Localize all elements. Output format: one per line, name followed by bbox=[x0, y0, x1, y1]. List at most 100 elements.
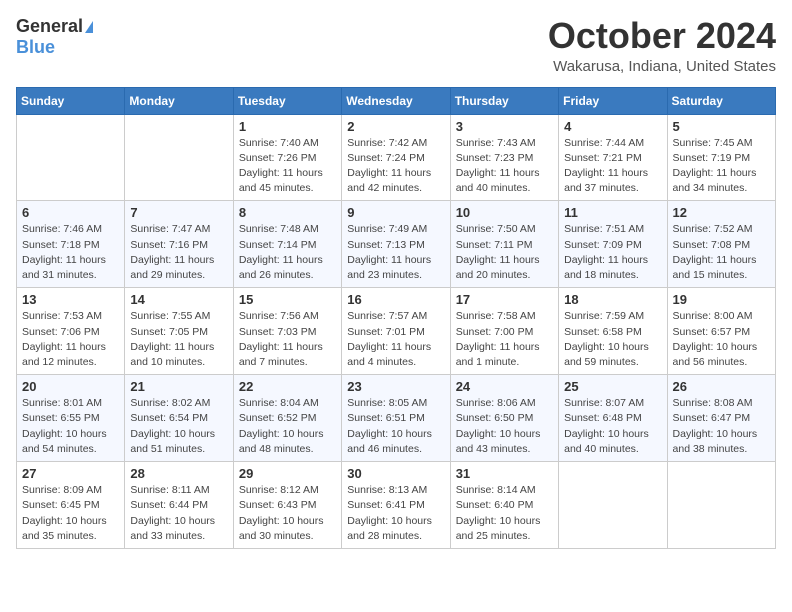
day-info: Sunrise: 8:13 AM Sunset: 6:41 PM Dayligh… bbox=[347, 483, 444, 544]
calendar-week-row: 6 Sunrise: 7:46 AM Sunset: 7:18 PM Daylig… bbox=[17, 201, 776, 288]
day-info: Sunrise: 8:06 AM Sunset: 6:50 PM Dayligh… bbox=[456, 396, 553, 457]
col-thursday: Thursday bbox=[450, 87, 558, 114]
calendar-cell: 22 Sunrise: 8:04 AM Sunset: 6:52 PM Dayli… bbox=[233, 375, 341, 462]
calendar-cell: 4Sunrise: 7:44 AM Sunset: 7:21 PM Daylig… bbox=[559, 114, 667, 201]
day-number: 6 bbox=[22, 205, 119, 220]
day-info: Sunrise: 7:44 AM Sunset: 7:21 PM Dayligh… bbox=[564, 136, 661, 197]
calendar-table: Sunday Monday Tuesday Wednesday Thursday… bbox=[16, 87, 776, 549]
day-number: 28 bbox=[130, 466, 227, 481]
day-number: 17 bbox=[456, 292, 553, 307]
day-number: 18 bbox=[564, 292, 661, 307]
day-number: 9 bbox=[347, 205, 444, 220]
day-number: 30 bbox=[347, 466, 444, 481]
calendar-cell: 15 Sunrise: 7:56 AM Sunset: 7:03 PM Dayli… bbox=[233, 288, 341, 375]
day-info: Sunrise: 8:05 AM Sunset: 6:51 PM Dayligh… bbox=[347, 396, 444, 457]
day-info: Sunrise: 8:08 AM Sunset: 6:47 PM Dayligh… bbox=[673, 396, 770, 457]
day-number: 29 bbox=[239, 466, 336, 481]
calendar-header-row: Sunday Monday Tuesday Wednesday Thursday… bbox=[17, 87, 776, 114]
day-info: Sunrise: 7:43 AM Sunset: 7:23 PM Dayligh… bbox=[456, 136, 553, 197]
day-info: Sunrise: 8:12 AM Sunset: 6:43 PM Dayligh… bbox=[239, 483, 336, 544]
logo-icon bbox=[85, 21, 93, 33]
day-info: Sunrise: 7:55 AM Sunset: 7:05 PM Dayligh… bbox=[130, 309, 227, 370]
calendar-cell: 21 Sunrise: 8:02 AM Sunset: 6:54 PM Dayli… bbox=[125, 375, 233, 462]
calendar-cell: 8 Sunrise: 7:48 AM Sunset: 7:14 PM Daylig… bbox=[233, 201, 341, 288]
logo-general-text: General bbox=[16, 16, 83, 37]
calendar-cell: 19 Sunrise: 8:00 AM Sunset: 6:57 PM Dayli… bbox=[667, 288, 775, 375]
calendar-week-row: 20 Sunrise: 8:01 AM Sunset: 6:55 PM Dayli… bbox=[17, 375, 776, 462]
calendar-cell: 12 Sunrise: 7:52 AM Sunset: 7:08 PM Dayli… bbox=[667, 201, 775, 288]
calendar-cell: 2 Sunrise: 7:42 AM Sunset: 7:24 PM Daylig… bbox=[342, 114, 450, 201]
calendar-week-row: 13 Sunrise: 7:53 AM Sunset: 7:06 PM Dayli… bbox=[17, 288, 776, 375]
day-number: 22 bbox=[239, 379, 336, 394]
location-text: Wakarusa, Indiana, United States bbox=[548, 58, 776, 75]
calendar-cell: 11Sunrise: 7:51 AM Sunset: 7:09 PM Dayli… bbox=[559, 201, 667, 288]
calendar-cell: 1Sunrise: 7:40 AM Sunset: 7:26 PM Daylig… bbox=[233, 114, 341, 201]
day-info: Sunrise: 7:56 AM Sunset: 7:03 PM Dayligh… bbox=[239, 309, 336, 370]
calendar-cell bbox=[17, 114, 125, 201]
day-info: Sunrise: 8:04 AM Sunset: 6:52 PM Dayligh… bbox=[239, 396, 336, 457]
day-info: Sunrise: 8:02 AM Sunset: 6:54 PM Dayligh… bbox=[130, 396, 227, 457]
logo: General Blue bbox=[16, 16, 93, 58]
day-number: 8 bbox=[239, 205, 336, 220]
calendar-week-row: 1Sunrise: 7:40 AM Sunset: 7:26 PM Daylig… bbox=[17, 114, 776, 201]
day-number: 2 bbox=[347, 119, 444, 134]
month-title: October 2024 bbox=[548, 16, 776, 56]
day-info: Sunrise: 8:09 AM Sunset: 6:45 PM Dayligh… bbox=[22, 483, 119, 544]
calendar-cell: 20 Sunrise: 8:01 AM Sunset: 6:55 PM Dayli… bbox=[17, 375, 125, 462]
day-number: 12 bbox=[673, 205, 770, 220]
col-sunday: Sunday bbox=[17, 87, 125, 114]
day-number: 14 bbox=[130, 292, 227, 307]
day-number: 20 bbox=[22, 379, 119, 394]
calendar-cell: 18 Sunrise: 7:59 AM Sunset: 6:58 PM Dayli… bbox=[559, 288, 667, 375]
day-info: Sunrise: 7:51 AM Sunset: 7:09 PM Dayligh… bbox=[564, 222, 661, 283]
day-number: 13 bbox=[22, 292, 119, 307]
day-number: 19 bbox=[673, 292, 770, 307]
day-number: 5 bbox=[673, 119, 770, 134]
day-number: 3 bbox=[456, 119, 553, 134]
calendar-cell: 13 Sunrise: 7:53 AM Sunset: 7:06 PM Dayli… bbox=[17, 288, 125, 375]
page-header: General Blue October 2024 Wakarusa, Indi… bbox=[16, 16, 776, 75]
day-number: 10 bbox=[456, 205, 553, 220]
col-saturday: Saturday bbox=[667, 87, 775, 114]
day-info: Sunrise: 7:47 AM Sunset: 7:16 PM Dayligh… bbox=[130, 222, 227, 283]
day-info: Sunrise: 8:01 AM Sunset: 6:55 PM Dayligh… bbox=[22, 396, 119, 457]
calendar-cell: 27 Sunrise: 8:09 AM Sunset: 6:45 PM Dayli… bbox=[17, 462, 125, 549]
day-number: 7 bbox=[130, 205, 227, 220]
calendar-cell: 31Sunrise: 8:14 AM Sunset: 6:40 PM Dayli… bbox=[450, 462, 558, 549]
day-number: 25 bbox=[564, 379, 661, 394]
day-info: Sunrise: 7:45 AM Sunset: 7:19 PM Dayligh… bbox=[673, 136, 770, 197]
calendar-cell: 7 Sunrise: 7:47 AM Sunset: 7:16 PM Daylig… bbox=[125, 201, 233, 288]
calendar-cell: 24 Sunrise: 8:06 AM Sunset: 6:50 PM Dayli… bbox=[450, 375, 558, 462]
calendar-cell: 29 Sunrise: 8:12 AM Sunset: 6:43 PM Dayli… bbox=[233, 462, 341, 549]
day-info: Sunrise: 7:53 AM Sunset: 7:06 PM Dayligh… bbox=[22, 309, 119, 370]
day-info: Sunrise: 7:42 AM Sunset: 7:24 PM Dayligh… bbox=[347, 136, 444, 197]
day-number: 27 bbox=[22, 466, 119, 481]
day-info: Sunrise: 7:46 AM Sunset: 7:18 PM Dayligh… bbox=[22, 222, 119, 283]
day-info: Sunrise: 7:52 AM Sunset: 7:08 PM Dayligh… bbox=[673, 222, 770, 283]
day-info: Sunrise: 7:48 AM Sunset: 7:14 PM Dayligh… bbox=[239, 222, 336, 283]
calendar-cell: 17 Sunrise: 7:58 AM Sunset: 7:00 PM Dayli… bbox=[450, 288, 558, 375]
day-info: Sunrise: 7:57 AM Sunset: 7:01 PM Dayligh… bbox=[347, 309, 444, 370]
day-info: Sunrise: 7:50 AM Sunset: 7:11 PM Dayligh… bbox=[456, 222, 553, 283]
calendar-cell: 25Sunrise: 8:07 AM Sunset: 6:48 PM Dayli… bbox=[559, 375, 667, 462]
calendar-cell bbox=[667, 462, 775, 549]
calendar-cell: 3 Sunrise: 7:43 AM Sunset: 7:23 PM Daylig… bbox=[450, 114, 558, 201]
day-info: Sunrise: 7:59 AM Sunset: 6:58 PM Dayligh… bbox=[564, 309, 661, 370]
day-number: 16 bbox=[347, 292, 444, 307]
day-info: Sunrise: 7:58 AM Sunset: 7:00 PM Dayligh… bbox=[456, 309, 553, 370]
day-number: 26 bbox=[673, 379, 770, 394]
day-number: 21 bbox=[130, 379, 227, 394]
day-number: 1 bbox=[239, 119, 336, 134]
col-tuesday: Tuesday bbox=[233, 87, 341, 114]
day-number: 24 bbox=[456, 379, 553, 394]
day-number: 23 bbox=[347, 379, 444, 394]
logo-blue-text: Blue bbox=[16, 37, 55, 58]
calendar-cell: 10 Sunrise: 7:50 AM Sunset: 7:11 PM Dayli… bbox=[450, 201, 558, 288]
calendar-cell: 9Sunrise: 7:49 AM Sunset: 7:13 PM Daylig… bbox=[342, 201, 450, 288]
title-block: October 2024 Wakarusa, Indiana, United S… bbox=[548, 16, 776, 75]
calendar-cell bbox=[125, 114, 233, 201]
col-wednesday: Wednesday bbox=[342, 87, 450, 114]
day-number: 15 bbox=[239, 292, 336, 307]
day-info: Sunrise: 8:00 AM Sunset: 6:57 PM Dayligh… bbox=[673, 309, 770, 370]
day-info: Sunrise: 8:14 AM Sunset: 6:40 PM Dayligh… bbox=[456, 483, 553, 544]
